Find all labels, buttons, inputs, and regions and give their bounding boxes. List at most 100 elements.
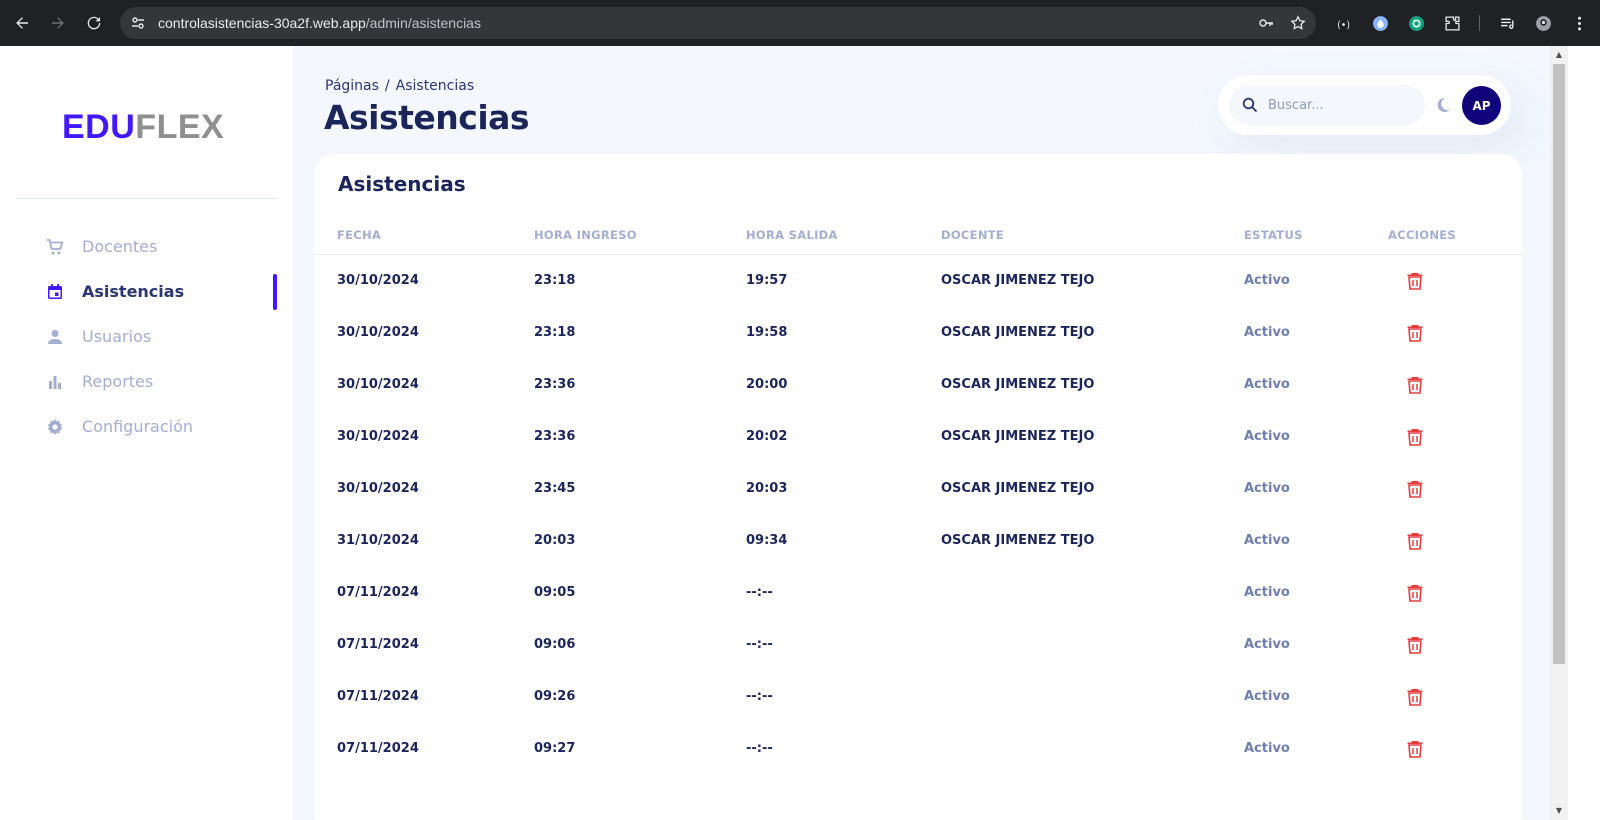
cell-estatus: Activo xyxy=(1244,585,1290,600)
cell-docente: OSCAR JIMENEZ TEJO xyxy=(941,481,1095,496)
trash-icon[interactable] xyxy=(1407,688,1425,706)
extension-drop-icon[interactable] xyxy=(1371,14,1389,32)
cell-fecha: 30/10/2024 xyxy=(337,481,419,496)
trash-icon[interactable] xyxy=(1407,532,1425,550)
column-header-fecha[interactable]: FECHA xyxy=(337,228,381,242)
trash-icon[interactable] xyxy=(1407,636,1425,654)
scroll-down-arrow-icon[interactable]: ▼ xyxy=(1554,806,1564,816)
person-icon xyxy=(46,328,64,346)
column-header-hora-salida[interactable]: HORA SALIDA xyxy=(746,228,838,242)
cell-docente: OSCAR JIMENEZ TEJO xyxy=(941,429,1095,444)
logo-primary: EDU xyxy=(62,108,136,146)
sidebar-item-asistencias[interactable]: Asistencias xyxy=(0,269,293,314)
cell-estatus: Activo xyxy=(1244,377,1290,392)
column-header-hora-ingreso[interactable]: HORA INGRESO xyxy=(534,228,637,242)
cell-estatus: Activo xyxy=(1244,273,1290,288)
sidebar-item-reportes[interactable]: Reportes xyxy=(0,359,293,404)
cell-hora-ingreso: 09:27 xyxy=(534,741,576,756)
url-text[interactable]: controlasistencias-30a2f.web.app/admin/a… xyxy=(158,15,481,31)
search-input[interactable] xyxy=(1268,97,1418,113)
arrow-left-icon xyxy=(16,17,28,29)
cell-estatus: Activo xyxy=(1244,741,1290,756)
cell-hora-salida: --:-- xyxy=(746,741,773,756)
cell-estatus: Activo xyxy=(1244,429,1290,444)
cell-hora-ingreso: 23:36 xyxy=(534,377,576,392)
gear-icon xyxy=(46,418,64,436)
reload-button[interactable] xyxy=(80,9,108,37)
breadcrumb-separator: / xyxy=(384,78,390,94)
breadcrumb-current[interactable]: Asistencias xyxy=(396,78,475,94)
browser-toolbar: controlasistencias-30a2f.web.app/admin/a… xyxy=(0,0,1600,46)
cell-hora-salida: 20:03 xyxy=(746,481,788,496)
extension-ai-icon[interactable] xyxy=(1407,14,1425,32)
profile-icon[interactable] xyxy=(1534,14,1552,32)
cell-hora-ingreso: 23:36 xyxy=(534,429,576,444)
table-row: 31/10/2024 20:03 09:34 OSCAR JIMENEZ TEJ… xyxy=(314,515,1522,567)
cell-fecha: 07/11/2024 xyxy=(337,585,419,600)
table-row: 07/11/2024 09:26 --:-- Activo xyxy=(314,671,1522,723)
breadcrumb-root[interactable]: Páginas xyxy=(325,78,379,94)
trash-icon[interactable] xyxy=(1407,740,1425,758)
cell-hora-salida: 19:58 xyxy=(746,325,788,340)
table-row: 30/10/2024 23:18 19:58 OSCAR JIMENEZ TEJ… xyxy=(314,307,1522,359)
table-row: 30/10/2024 23:45 20:03 OSCAR JIMENEZ TEJ… xyxy=(314,463,1522,515)
cell-hora-salida: 20:02 xyxy=(746,429,788,444)
trash-icon[interactable] xyxy=(1407,428,1425,446)
moon-icon[interactable] xyxy=(1434,96,1452,114)
sidebar-item-label: Reportes xyxy=(82,372,154,391)
sidebar-item-configuracion[interactable]: Configuración xyxy=(0,404,293,449)
column-header-docente[interactable]: DOCENTE xyxy=(941,228,1004,242)
sidebar: EDUFLEX Docentes Asistencias Usuarios Re… xyxy=(0,46,293,820)
star-icon[interactable] xyxy=(1290,15,1306,31)
logo-secondary: FLEX xyxy=(135,108,225,146)
page-scrollbar[interactable]: ▲ ▼ xyxy=(1550,46,1568,820)
sidebar-item-label: Configuración xyxy=(82,417,194,436)
sidebar-divider xyxy=(16,198,277,199)
back-button[interactable] xyxy=(8,9,36,37)
cart-icon xyxy=(46,238,64,256)
column-header-estatus[interactable]: ESTATUS xyxy=(1244,228,1303,242)
extensions-puzzle-icon[interactable] xyxy=(1443,14,1461,32)
cell-hora-salida: 09:34 xyxy=(746,533,788,548)
sidebar-item-label: Usuarios xyxy=(82,327,152,346)
cell-hora-ingreso: 20:03 xyxy=(534,533,576,548)
forward-button[interactable] xyxy=(44,9,72,37)
trash-icon[interactable] xyxy=(1407,584,1425,602)
table-body: 30/10/2024 23:18 19:57 OSCAR JIMENEZ TEJ… xyxy=(314,255,1522,775)
cell-estatus: Activo xyxy=(1244,689,1290,704)
cell-hora-salida: 20:00 xyxy=(746,377,788,392)
scroll-up-arrow-icon[interactable]: ▲ xyxy=(1554,50,1564,60)
sidebar-item-docentes[interactable]: Docentes xyxy=(0,224,293,269)
cell-estatus: Activo xyxy=(1244,637,1290,652)
url-path: /admin/asistencias xyxy=(365,15,481,31)
reading-list-icon[interactable] xyxy=(1498,14,1516,32)
cell-hora-ingreso: 09:05 xyxy=(534,585,576,600)
cell-docente: OSCAR JIMENEZ TEJO xyxy=(941,273,1095,288)
calendar-icon xyxy=(46,283,64,301)
logo[interactable]: EDUFLEX xyxy=(62,108,224,147)
browser-menu-icon[interactable] xyxy=(1570,14,1588,32)
site-settings-icon[interactable] xyxy=(130,15,146,31)
trash-icon[interactable] xyxy=(1407,480,1425,498)
trash-icon[interactable] xyxy=(1407,272,1425,290)
trash-icon[interactable] xyxy=(1407,324,1425,342)
cell-fecha: 30/10/2024 xyxy=(337,429,419,444)
topbar: AP xyxy=(1218,75,1511,135)
extension-broadcast-icon[interactable]: (•) xyxy=(1335,14,1353,32)
arrow-right-icon xyxy=(52,17,64,29)
address-bar[interactable]: controlasistencias-30a2f.web.app/admin/a… xyxy=(120,7,1316,39)
avatar[interactable]: AP xyxy=(1462,86,1501,125)
key-icon[interactable] xyxy=(1258,15,1274,31)
scroll-thumb[interactable] xyxy=(1553,64,1565,664)
sidebar-item-label: Asistencias xyxy=(82,282,185,301)
trash-icon[interactable] xyxy=(1407,376,1425,394)
active-indicator xyxy=(273,274,277,310)
table-row: 07/11/2024 09:27 --:-- Activo xyxy=(314,723,1522,775)
svg-text:(•): (•) xyxy=(1337,19,1350,30)
table-header: FECHA HORA INGRESO HORA SALIDA DOCENTE E… xyxy=(314,226,1522,255)
table-row: 30/10/2024 23:18 19:57 OSCAR JIMENEZ TEJ… xyxy=(314,255,1522,307)
table-row: 30/10/2024 23:36 20:02 OSCAR JIMENEZ TEJ… xyxy=(314,411,1522,463)
cell-hora-ingreso: 23:45 xyxy=(534,481,576,496)
cell-docente: OSCAR JIMENEZ TEJO xyxy=(941,533,1095,548)
sidebar-item-usuarios[interactable]: Usuarios xyxy=(0,314,293,359)
